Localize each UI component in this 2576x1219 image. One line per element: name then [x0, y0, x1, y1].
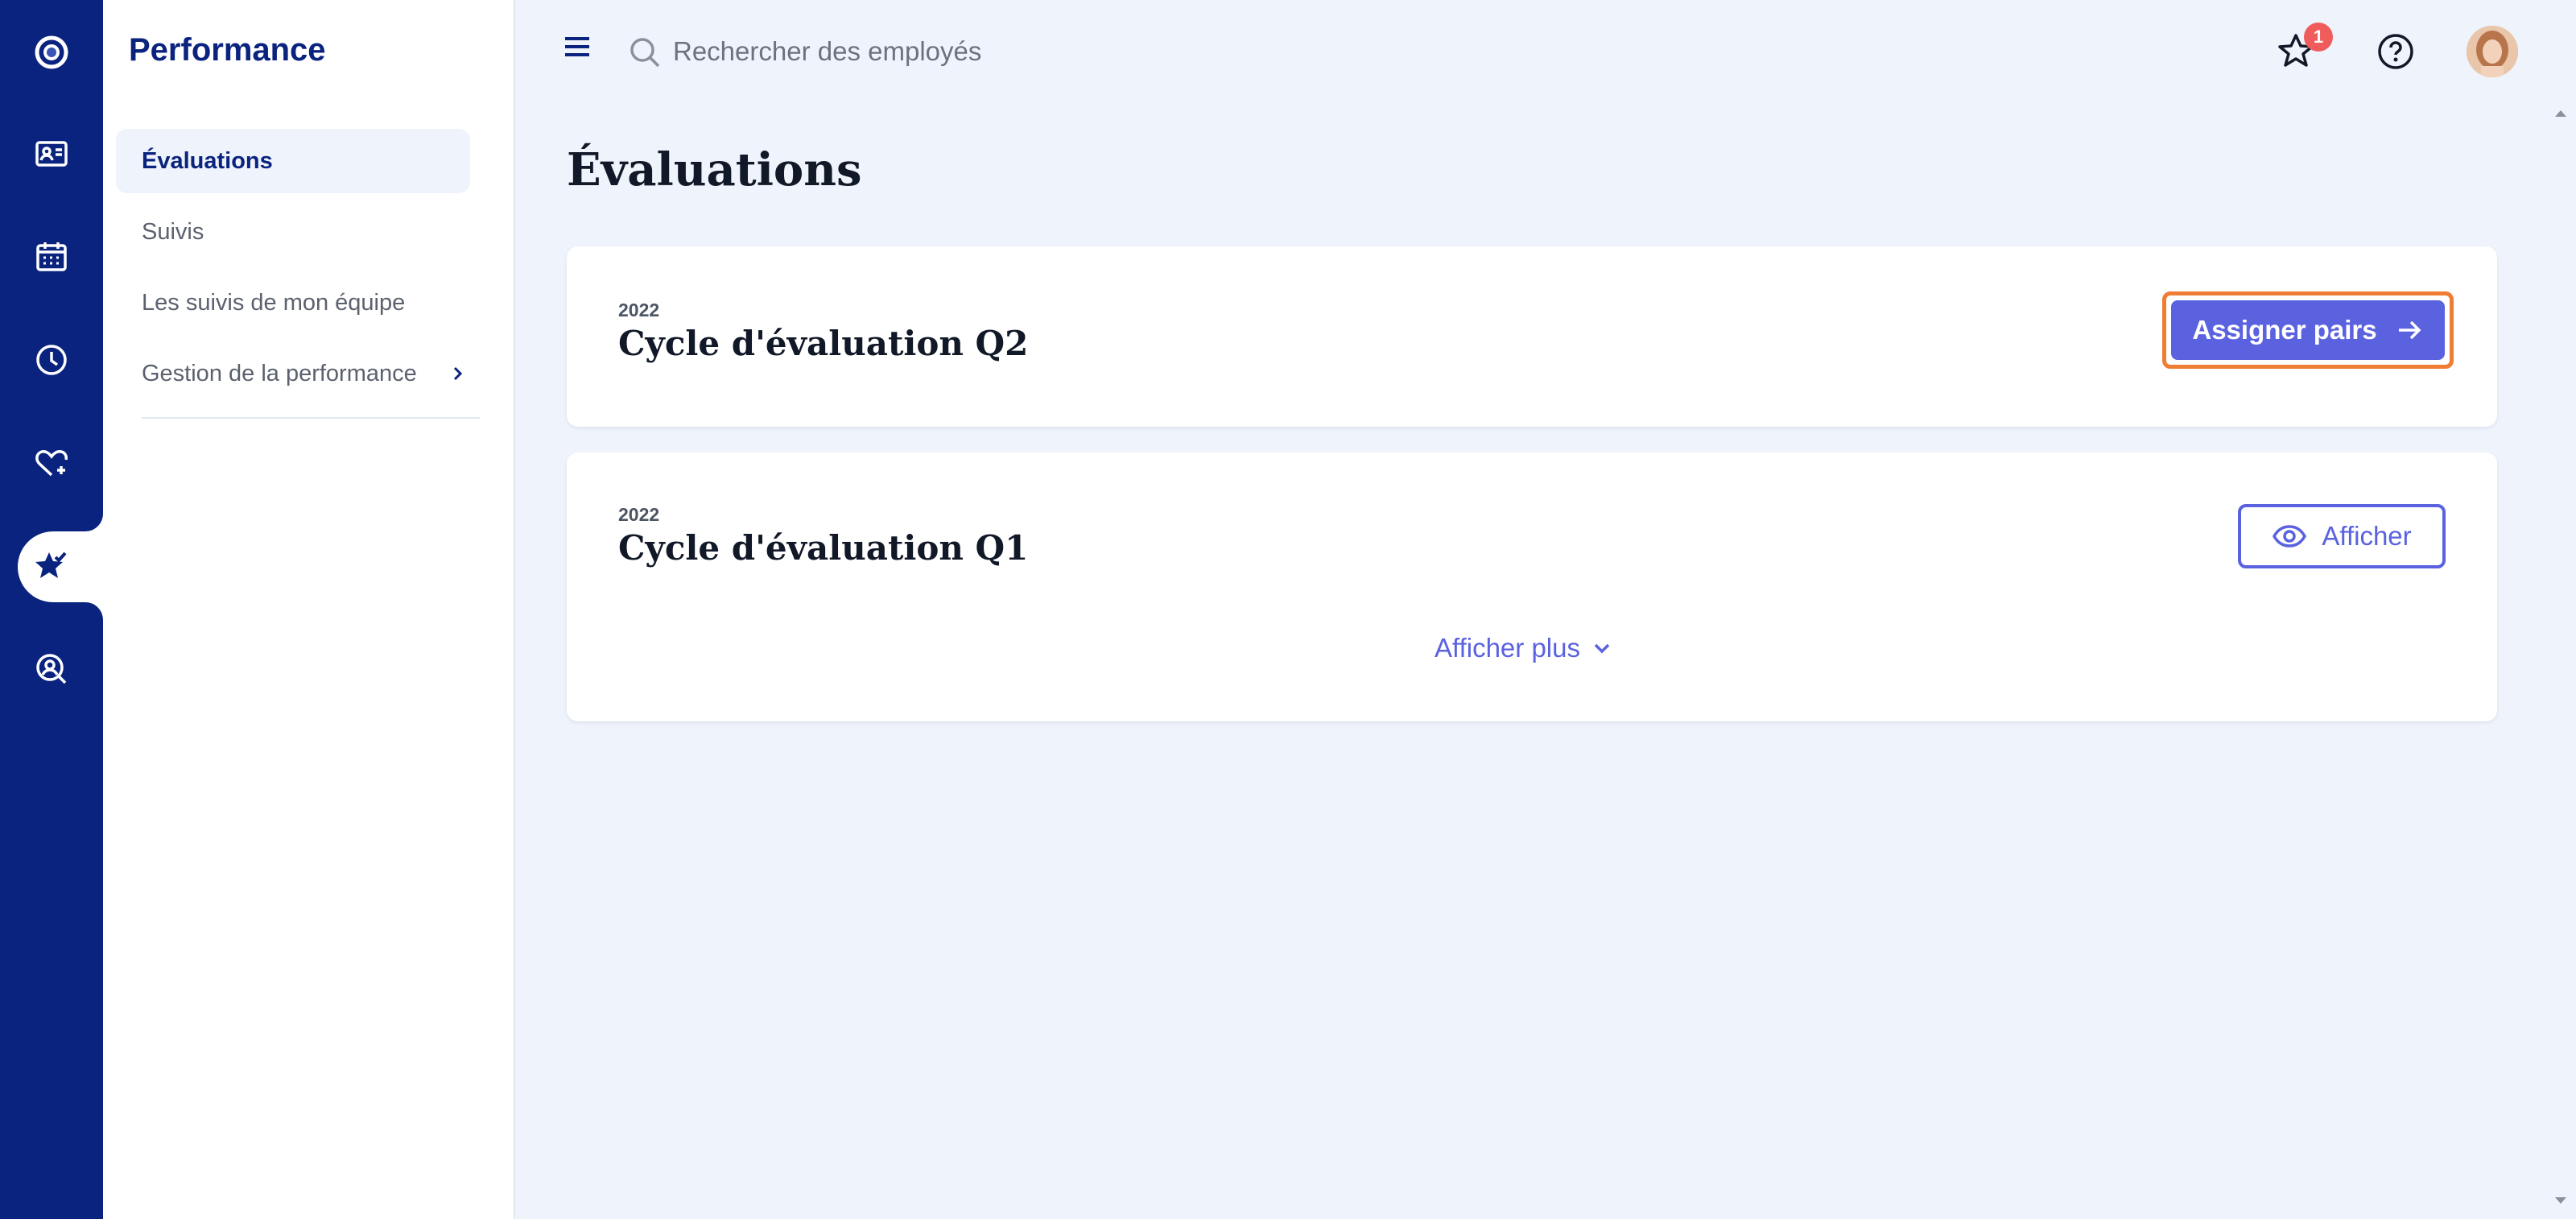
calendar-icon[interactable]: [0, 213, 103, 301]
sidebar-item-label: Évaluations: [142, 147, 273, 174]
show-more-label: Afficher plus: [1435, 633, 1580, 663]
clock-icon[interactable]: [0, 316, 103, 404]
show-more-link[interactable]: Afficher plus: [1435, 633, 1612, 663]
app-logo-icon[interactable]: [0, 8, 103, 97]
sidebar-item-performance-management[interactable]: Gestion de la performance: [116, 341, 470, 406]
page-title: Évaluations: [567, 143, 862, 196]
sidebar-item-suivis[interactable]: Suivis: [116, 200, 470, 264]
assign-peers-highlight: Assigner pairs: [2162, 291, 2454, 369]
help-icon[interactable]: [2375, 31, 2417, 72]
notification-badge: 1: [2304, 23, 2333, 52]
sidebar-item-evaluations[interactable]: Évaluations: [116, 129, 470, 193]
cycle-title: Cycle d'évaluation Q2: [618, 324, 1029, 363]
view-cycle-label: Afficher: [2322, 521, 2412, 551]
eye-icon: [2273, 525, 2307, 548]
search-icon: [630, 38, 660, 68]
assign-peers-button[interactable]: Assigner pairs: [2171, 300, 2445, 360]
id-card-icon[interactable]: [0, 110, 103, 198]
search-person-icon[interactable]: [0, 625, 103, 713]
cycle-title: Cycle d'évaluation Q1: [618, 528, 1029, 568]
sidebar-item-label: Gestion de la performance: [142, 360, 417, 386]
sidebar-item-label: Les suivis de mon équipe: [142, 289, 406, 316]
sidebar-divider: [142, 417, 480, 419]
chevron-right-icon: [453, 366, 463, 381]
menu-icon[interactable]: [562, 34, 594, 61]
icon-rail: [0, 0, 103, 1219]
sidebar-item-label: Suivis: [142, 218, 204, 245]
arrow-right-icon: [2398, 320, 2421, 340]
cycle-year: 2022: [618, 300, 660, 320]
user-avatar[interactable]: [2467, 26, 2518, 77]
view-cycle-button[interactable]: Afficher: [2238, 504, 2446, 568]
performance-sidebar: Performance Évaluations Suivis Les suivi…: [103, 0, 515, 1219]
evaluation-cycle-card: 2022 Cycle d'évaluation Q1: [567, 452, 2497, 721]
heart-plus-icon[interactable]: [0, 419, 103, 507]
assign-peers-label: Assigner pairs: [2192, 315, 2377, 345]
sidebar-title: Performance: [129, 32, 326, 68]
scroll-up-arrow[interactable]: [2553, 108, 2568, 119]
cycle-year: 2022: [618, 504, 660, 525]
sidebar-item-team-followups[interactable]: Les suivis de mon équipe: [116, 271, 470, 335]
star-check-icon[interactable]: [6, 523, 95, 611]
chevron-down-icon: [1594, 643, 1610, 654]
scroll-down-arrow[interactable]: [2553, 1195, 2568, 1206]
employee-search-input[interactable]: [673, 29, 1236, 74]
